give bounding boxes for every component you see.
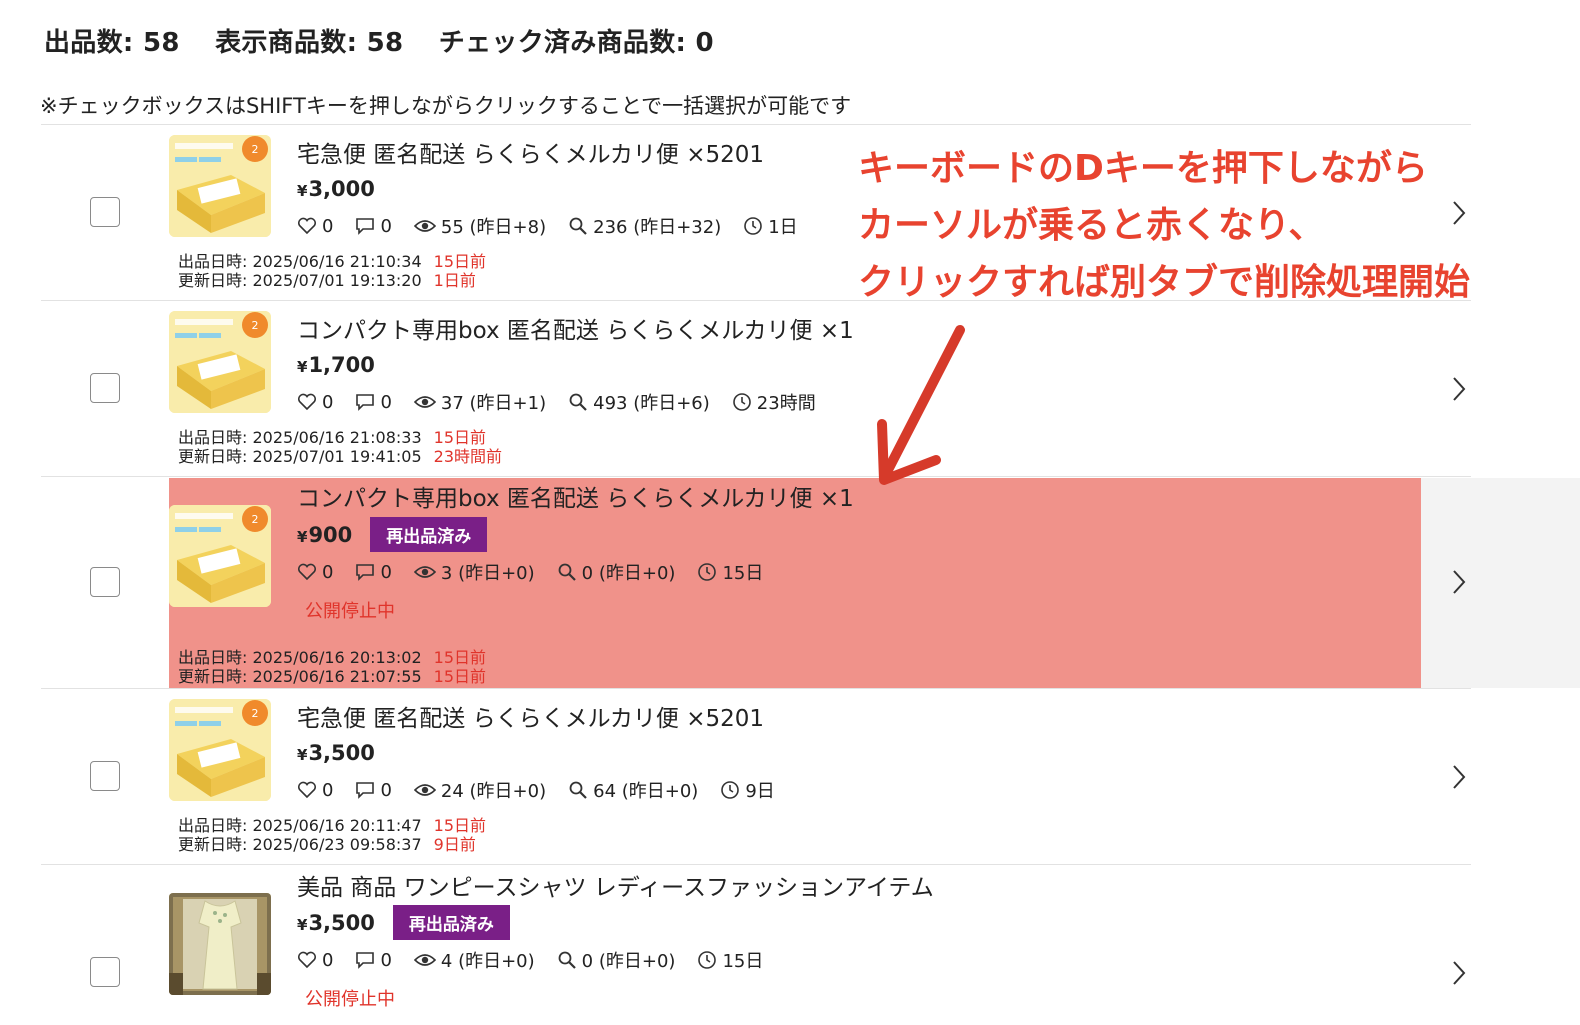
svg-text:2: 2 bbox=[252, 707, 259, 720]
dress-photo-image bbox=[169, 893, 271, 995]
svg-text:2: 2 bbox=[252, 513, 259, 526]
product-stats: 0 0 3 (昨日+0) 0 (昨日+0) 15日 bbox=[297, 559, 785, 585]
product-price: ¥1,700 bbox=[297, 353, 375, 377]
product-title[interactable]: 宅急便 匿名配送 らくらくメルカリ便 ×5201 bbox=[297, 135, 764, 169]
shipping-box-image: 2 bbox=[169, 311, 271, 413]
heart-icon bbox=[297, 781, 317, 799]
search-icon bbox=[569, 217, 587, 235]
product-price: ¥3,500 bbox=[297, 910, 375, 935]
product-title[interactable]: 宅急便 匿名配送 らくらくメルカリ便 ×5201 bbox=[297, 699, 764, 733]
shift-select-note: ※チェックボックスはSHIFTキーを押しながらクリックすることで一括選択が可能で… bbox=[40, 94, 852, 118]
select-checkbox[interactable] bbox=[90, 761, 120, 791]
annotation-arrow-icon bbox=[877, 325, 965, 485]
eye-icon bbox=[413, 220, 436, 232]
select-checkbox[interactable] bbox=[90, 197, 120, 227]
comment-icon bbox=[356, 394, 375, 411]
displayed-count: 表示商品数: 58 bbox=[215, 28, 404, 58]
svg-text:2: 2 bbox=[252, 319, 259, 332]
product-stats: 0 0 24 (昨日+0) 64 (昨日+0) 9日 bbox=[297, 777, 797, 803]
chevron-right-icon[interactable] bbox=[1451, 960, 1467, 986]
product-row[interactable]: 2 宅急便 匿名配送 らくらくメルカリ便 ×5201 ¥3,500 0 0 24… bbox=[41, 688, 1471, 864]
product-row[interactable]: 2 コンパクト専用box 匿名配送 らくらくメルカリ便 ×1 ¥1,700 0 … bbox=[41, 300, 1471, 476]
product-price: ¥3,500 bbox=[297, 741, 375, 765]
comment-icon bbox=[356, 564, 375, 581]
product-thumbnail[interactable] bbox=[169, 893, 271, 995]
product-dates: 出品日時: 2025/06/16 20:11:47 15日前 更新日時: 2025… bbox=[178, 816, 487, 854]
product-dates: 出品日時: 2025/06/16 21:08:33 15日前 更新日時: 2025… bbox=[178, 428, 503, 466]
shipping-box-image: 2 bbox=[169, 135, 271, 237]
shipping-box-image: 2 bbox=[169, 699, 271, 801]
paused-status: 公開停止中 bbox=[305, 989, 395, 1010]
select-checkbox[interactable] bbox=[90, 373, 120, 403]
search-icon bbox=[569, 393, 587, 411]
select-checkbox[interactable] bbox=[90, 957, 120, 987]
shipping-box-image: 2 bbox=[169, 505, 271, 607]
product-thumbnail[interactable]: 2 bbox=[169, 135, 271, 237]
product-dates: 出品日時: 2025/06/16 21:10:34 15日前 更新日時: 2025… bbox=[178, 252, 487, 290]
relisted-badge: 再出品済み bbox=[370, 517, 488, 552]
heart-icon bbox=[297, 563, 317, 581]
product-title[interactable]: 美品 商品 ワンピースシャツ レディースファッションアイテム bbox=[297, 868, 934, 902]
product-title[interactable]: コンパクト専用box 匿名配送 らくらくメルカリ便 ×1 bbox=[297, 311, 854, 345]
product-thumbnail[interactable]: 2 bbox=[169, 699, 271, 801]
annotation-text: キーボードのDキーを押下しながら カーソルが乗ると赤くなり、 クリックすれば別タ… bbox=[858, 148, 1471, 303]
select-checkbox[interactable] bbox=[90, 567, 120, 597]
heart-icon bbox=[297, 217, 317, 235]
product-title[interactable]: コンパクト専用box 匿名配送 らくらくメルカリ便 ×1 bbox=[297, 479, 854, 513]
heart-icon bbox=[297, 951, 317, 969]
clock-icon bbox=[732, 393, 751, 411]
checked-count: チェック済み商品数: 0 bbox=[438, 28, 714, 58]
eye-icon bbox=[413, 954, 436, 966]
relisted-badge: 再出品済み bbox=[392, 905, 510, 940]
listed-count: 出品数: 58 bbox=[44, 28, 180, 58]
clock-icon bbox=[698, 563, 717, 581]
product-stats: 0 0 55 (昨日+8) 236 (昨日+32) 1日 bbox=[297, 213, 820, 239]
product-row[interactable]: 美品 商品 ワンピースシャツ レディースファッションアイテム ¥3,500 再出… bbox=[41, 864, 1471, 1025]
clock-icon bbox=[698, 951, 717, 969]
product-stats: 0 0 37 (昨日+1) 493 (昨日+6) 23時間 bbox=[297, 389, 838, 415]
listing-summary: 出品数: 58 表示商品数: 58 チェック済み商品数: 0 bbox=[44, 22, 740, 59]
clock-icon bbox=[744, 217, 763, 235]
search-icon bbox=[558, 951, 576, 969]
chevron-right-icon[interactable] bbox=[1451, 376, 1467, 402]
product-dates: 出品日時: 2025/06/16 20:13:02 15日前 更新日時: 2025… bbox=[178, 648, 487, 686]
search-icon bbox=[558, 563, 576, 581]
chevron-right-icon[interactable] bbox=[1451, 764, 1467, 790]
chevron-right-icon[interactable] bbox=[1451, 569, 1467, 595]
heart-icon bbox=[297, 393, 317, 411]
product-thumbnail[interactable]: 2 bbox=[169, 311, 271, 413]
product-thumbnail[interactable]: 2 bbox=[169, 505, 271, 607]
eye-icon bbox=[413, 396, 436, 408]
product-stats: 0 0 4 (昨日+0) 0 (昨日+0) 15日 bbox=[297, 947, 785, 973]
search-icon bbox=[569, 781, 587, 799]
product-price: ¥3,000 bbox=[297, 177, 375, 201]
comment-icon bbox=[356, 952, 375, 969]
eye-icon bbox=[413, 566, 436, 578]
eye-icon bbox=[413, 784, 436, 796]
product-row-delete-highlight[interactable]: 2 コンパクト専用box 匿名配送 らくらくメルカリ便 ×1 ¥900 再出品済… bbox=[41, 476, 1580, 688]
svg-text:2: 2 bbox=[252, 143, 259, 156]
chevron-right-icon[interactable] bbox=[1451, 200, 1467, 226]
clock-icon bbox=[721, 781, 740, 799]
paused-status: 公開停止中 bbox=[305, 601, 395, 622]
product-price: ¥900 bbox=[297, 522, 353, 547]
comment-icon bbox=[356, 218, 375, 235]
comment-icon bbox=[356, 782, 375, 799]
